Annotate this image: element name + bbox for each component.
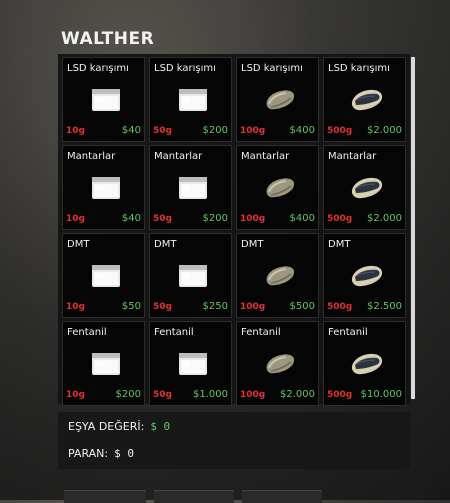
item-name: DMT — [154, 239, 177, 250]
item-quantity: 500g — [327, 126, 353, 136]
large-brick-icon — [350, 84, 384, 114]
large-brick-icon — [350, 260, 384, 290]
small-bag-icon — [89, 348, 123, 378]
vendor-title: WALTHER — [61, 29, 155, 49]
item-quantity: 100g — [240, 126, 266, 136]
large-brick-icon — [350, 172, 384, 202]
item-price: $40 — [121, 125, 141, 136]
item-slot[interactable]: DMT 10g $50 — [62, 233, 145, 318]
bottom-button-3[interactable] — [242, 490, 322, 503]
item-price: $500 — [289, 301, 315, 312]
brick-icon — [263, 84, 297, 114]
item-quantity: 10g — [66, 390, 85, 400]
item-price: $250 — [202, 301, 228, 312]
item-quantity: 50g — [153, 126, 172, 136]
item-slot[interactable]: LSD karışımı 500g $2.000 — [323, 57, 406, 142]
small-bag-icon — [89, 260, 123, 290]
item-name: Mantarlar — [67, 151, 116, 162]
item-name: Mantarlar — [241, 151, 290, 162]
item-quantity: 100g — [240, 214, 266, 224]
item-quantity: 100g — [240, 390, 266, 400]
item-price: $200 — [202, 125, 228, 136]
item-slot[interactable]: DMT 500g $2.500 — [323, 233, 406, 318]
item-name: DMT — [67, 239, 90, 250]
item-name: LSD karışımı — [328, 63, 390, 74]
item-slot[interactable]: DMT 50g $250 — [149, 233, 232, 318]
item-price: $2.000 — [367, 125, 402, 136]
item-name: Fentanil — [154, 327, 194, 338]
small-bag-icon — [176, 172, 210, 202]
item-name: LSD karışımı — [67, 63, 129, 74]
item-slot[interactable]: LSD karışımı 50g $200 — [149, 57, 232, 142]
item-value-row: EŞYA DEĞERİ: $ 0 — [68, 420, 170, 433]
summary-panel: EŞYA DEĞERİ: $ 0 PARAN: $ 0 — [58, 412, 410, 469]
shop-panel: LSD karışımı 10g $40 LSD karışımı 50g $200 LSD… — [58, 54, 410, 406]
money-label: PARAN: — [68, 447, 109, 460]
item-name: LSD karışımı — [154, 63, 216, 74]
brick-icon — [263, 260, 297, 290]
item-quantity: 500g — [327, 302, 353, 312]
small-bag-icon — [176, 260, 210, 290]
scrollbar[interactable] — [411, 57, 415, 399]
item-price: $2.000 — [367, 213, 402, 224]
item-quantity: 10g — [66, 126, 85, 136]
item-slot[interactable]: DMT 100g $500 — [236, 233, 319, 318]
item-slot[interactable]: Fentanil 500g $10.000 — [323, 321, 406, 406]
item-name: DMT — [328, 239, 351, 250]
item-slot[interactable]: Fentanil 10g $200 — [62, 321, 145, 406]
item-price: $2.500 — [367, 301, 402, 312]
brick-icon — [263, 348, 297, 378]
item-name: Fentanil — [328, 327, 368, 338]
small-bag-icon — [176, 84, 210, 114]
bottom-button-1[interactable] — [64, 490, 146, 503]
item-quantity: 50g — [153, 390, 172, 400]
item-slot[interactable]: Mantarlar 50g $200 — [149, 145, 232, 230]
item-grid: LSD karışımı 10g $40 LSD karışımı 50g $200 LSD… — [62, 57, 406, 406]
small-bag-icon — [176, 348, 210, 378]
item-quantity: 50g — [153, 302, 172, 312]
item-slot[interactable]: Fentanil 50g $1.000 — [149, 321, 232, 406]
item-quantity: 100g — [240, 302, 266, 312]
item-price: $40 — [121, 213, 141, 224]
money-row: PARAN: $ 0 — [68, 447, 134, 460]
item-price: $10.000 — [360, 389, 402, 400]
item-name: Mantarlar — [328, 151, 377, 162]
item-quantity: 10g — [66, 302, 85, 312]
item-name: DMT — [241, 239, 264, 250]
item-value-amount: $ 0 — [150, 420, 171, 433]
item-slot[interactable]: Mantarlar 500g $2.000 — [323, 145, 406, 230]
item-name: Mantarlar — [154, 151, 203, 162]
item-name: Fentanil — [67, 327, 107, 338]
item-slot[interactable]: Fentanil 100g $2.000 — [236, 321, 319, 406]
brick-icon — [263, 172, 297, 202]
item-price: $2.000 — [280, 389, 315, 400]
item-price: $200 — [115, 389, 141, 400]
item-quantity: 10g — [66, 214, 85, 224]
item-price: $400 — [289, 213, 315, 224]
small-bag-icon — [89, 172, 123, 202]
money-amount: $ 0 — [114, 447, 134, 460]
item-slot[interactable]: Mantarlar 100g $400 — [236, 145, 319, 230]
item-price: $50 — [121, 301, 141, 312]
item-price: $400 — [289, 125, 315, 136]
item-slot[interactable]: Mantarlar 10g $40 — [62, 145, 145, 230]
bottom-button-2[interactable] — [154, 490, 234, 503]
item-quantity: 50g — [153, 214, 172, 224]
item-slot[interactable]: LSD karışımı 100g $400 — [236, 57, 319, 142]
item-name: LSD karışımı — [241, 63, 303, 74]
item-price: $200 — [202, 213, 228, 224]
item-slot[interactable]: LSD karışımı 10g $40 — [62, 57, 145, 142]
large-brick-icon — [350, 348, 384, 378]
item-quantity: 500g — [327, 390, 353, 400]
item-quantity: 500g — [327, 214, 353, 224]
small-bag-icon — [89, 84, 123, 114]
item-price: $1.000 — [193, 389, 228, 400]
item-value-label: EŞYA DEĞERİ: — [68, 420, 145, 433]
item-name: Fentanil — [241, 327, 281, 338]
